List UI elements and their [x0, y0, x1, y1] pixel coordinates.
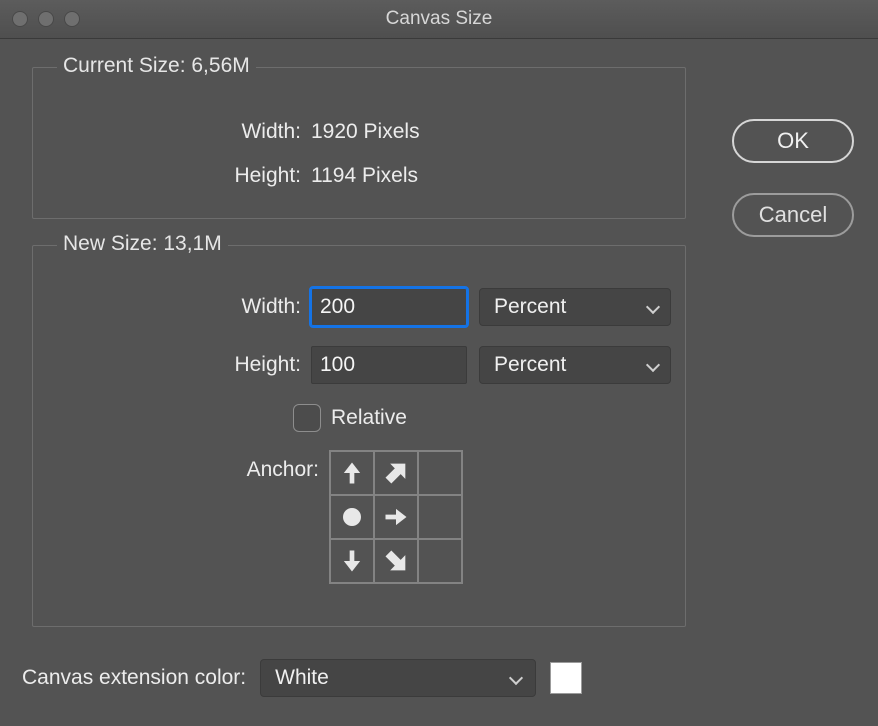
- current-size-legend: Current Size: 6,56M: [57, 54, 256, 78]
- anchor-center-dot-icon: [343, 508, 361, 526]
- dialog-buttons: OK Cancel: [732, 119, 854, 237]
- extension-color-swatch[interactable]: [550, 662, 582, 694]
- extension-color-row: Canvas extension color: White: [22, 659, 582, 697]
- anchor-cell-empty-tr[interactable]: [418, 451, 462, 495]
- extension-color-value: White: [275, 666, 329, 690]
- relative-label[interactable]: Relative: [331, 406, 407, 430]
- window-title: Canvas Size: [386, 8, 493, 30]
- new-height-unit-value: Percent: [494, 353, 566, 377]
- ok-button[interactable]: OK: [732, 119, 854, 163]
- anchor-cell-n[interactable]: [330, 451, 374, 495]
- anchor-cell-s[interactable]: [330, 539, 374, 583]
- chevron-down-icon: [646, 358, 660, 372]
- new-height-unit-dropdown[interactable]: Percent: [479, 346, 671, 384]
- title-bar: Canvas Size: [0, 0, 878, 39]
- new-height-input[interactable]: 100: [311, 346, 467, 384]
- minimize-window-dot[interactable]: [38, 11, 54, 27]
- new-size-legend: New Size: 13,1M: [57, 232, 228, 256]
- relative-checkbox[interactable]: [293, 404, 321, 432]
- zoom-window-dot[interactable]: [64, 11, 80, 27]
- arrow-up-right-icon: [382, 459, 410, 487]
- anchor-cell-empty-mr[interactable]: [418, 495, 462, 539]
- arrow-right-icon: [382, 503, 410, 531]
- extension-color-dropdown[interactable]: White: [260, 659, 536, 697]
- arrow-up-icon: [338, 459, 366, 487]
- window-controls: [12, 11, 80, 27]
- chevron-down-icon: [646, 300, 660, 314]
- current-width-value: 1920 Pixels: [311, 120, 420, 144]
- current-width-label: Width:: [33, 120, 311, 144]
- current-height-value: 1194 Pixels: [311, 164, 418, 188]
- new-height-input-value: 100: [320, 353, 355, 377]
- anchor-cell-empty-br[interactable]: [418, 539, 462, 583]
- chevron-down-icon: [509, 671, 523, 685]
- ok-button-label: OK: [777, 128, 809, 154]
- extension-color-label: Canvas extension color:: [22, 666, 246, 690]
- new-width-unit-dropdown[interactable]: Percent: [479, 288, 671, 326]
- cancel-button[interactable]: Cancel: [732, 193, 854, 237]
- anchor-grid: [329, 450, 463, 584]
- arrow-down-icon: [338, 547, 366, 575]
- cancel-button-label: Cancel: [759, 202, 827, 228]
- anchor-cell-e[interactable]: [374, 495, 418, 539]
- anchor-cell-center[interactable]: [330, 495, 374, 539]
- close-window-dot[interactable]: [12, 11, 28, 27]
- arrow-down-right-icon: [382, 547, 410, 575]
- anchor-cell-ne[interactable]: [374, 451, 418, 495]
- new-width-input[interactable]: 200: [311, 288, 467, 326]
- new-width-label[interactable]: Width:: [33, 295, 311, 319]
- new-width-unit-value: Percent: [494, 295, 566, 319]
- dialog-body: OK Cancel Current Size: 6,56M Width: 192…: [0, 39, 878, 726]
- current-height-label: Height:: [33, 164, 311, 188]
- new-height-label[interactable]: Height:: [33, 353, 311, 377]
- anchor-cell-se[interactable]: [374, 539, 418, 583]
- anchor-label: Anchor:: [33, 450, 329, 482]
- new-size-group: New Size: 13,1M Width: 200 Percent Heigh…: [32, 245, 686, 627]
- new-width-input-value: 200: [320, 295, 355, 319]
- current-size-group: Current Size: 6,56M Width: 1920 Pixels H…: [32, 67, 686, 219]
